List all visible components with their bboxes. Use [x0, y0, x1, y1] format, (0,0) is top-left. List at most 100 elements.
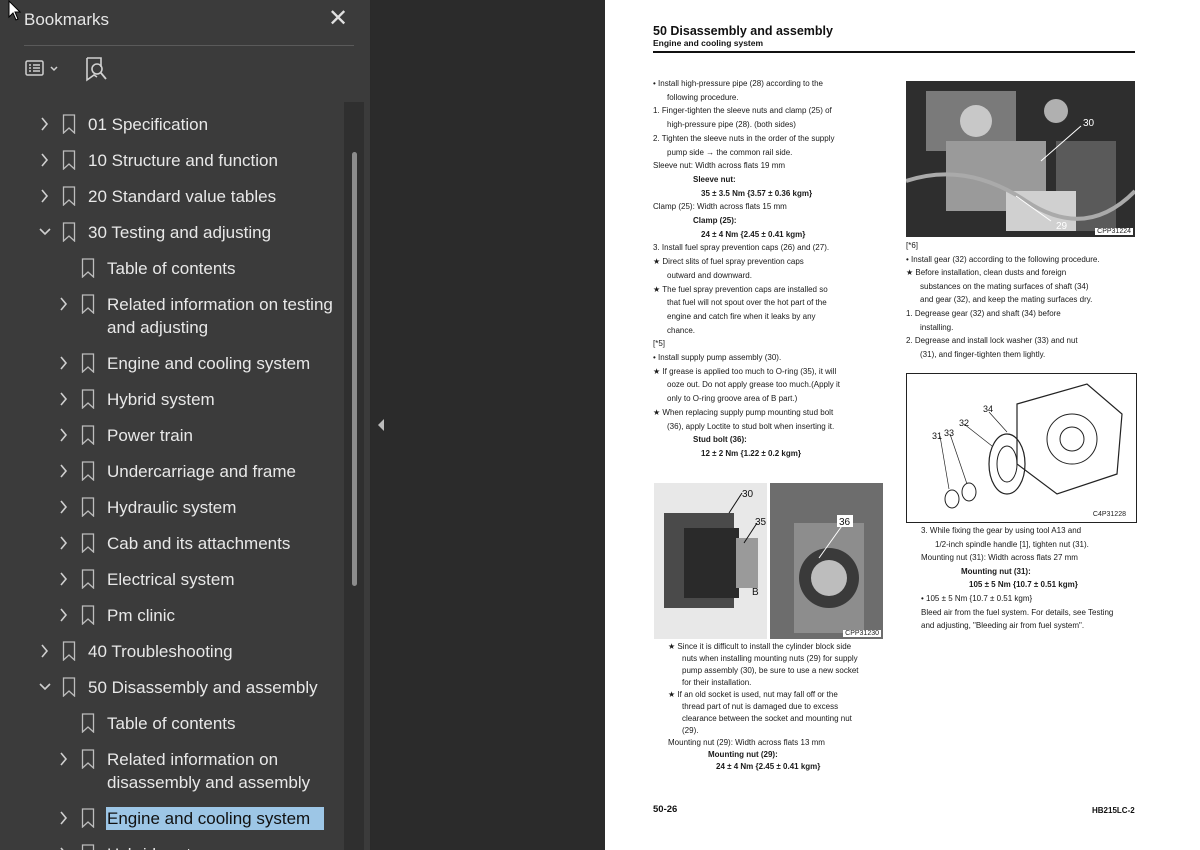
- fig3-label-31: 31: [932, 431, 942, 441]
- bookmark-icon: [81, 808, 95, 829]
- bookmarks-header: Bookmarks ✕: [0, 0, 370, 100]
- text-line: ★ The fuel spray prevention caps are ins…: [653, 284, 828, 294]
- text-line: Stud bolt (36):: [693, 435, 747, 445]
- fig2-label-b: B: [752, 587, 759, 598]
- text-line: • Install supply pump assembly (30).: [653, 353, 782, 362]
- bookmark-search-icon[interactable]: [83, 55, 111, 83]
- chevron-right-icon[interactable]: [38, 642, 52, 660]
- figure-2-caption: CPP31230: [843, 630, 881, 637]
- bookmark-icon: [81, 533, 95, 554]
- close-icon[interactable]: ✕: [326, 6, 350, 32]
- page-number: 50-26: [653, 804, 678, 815]
- fig3-label-32: 32: [959, 418, 969, 428]
- panel-title: Bookmarks: [24, 10, 110, 29]
- text-line: Sleeve nut:: [693, 174, 736, 184]
- header-divider: [24, 45, 354, 46]
- chevron-right-icon[interactable]: [57, 750, 71, 768]
- text-line: • 105 ± 5 Nm {10.7 ± 0.51 kgm}: [921, 594, 1033, 603]
- chevron-down-icon[interactable]: [38, 678, 52, 696]
- text-line: only to O-ring groove area of B part.): [667, 394, 798, 404]
- bookmark-label: Table of contents: [107, 714, 236, 733]
- bookmark-label: 50 Disassembly and assembly: [88, 678, 318, 697]
- text-line: that fuel will not spout over the hot pa…: [667, 298, 827, 308]
- bookmark-label: Engine and cooling system: [106, 807, 324, 830]
- bookmark-icon: [81, 844, 95, 850]
- chevron-right-icon[interactable]: [57, 354, 71, 372]
- page-title: 50 Disassembly and assembly: [653, 24, 833, 38]
- chevron-right-icon[interactable]: [57, 390, 71, 408]
- bookmark-icon: [81, 497, 95, 518]
- text-line: pump assembly (30), be sure to use a new…: [682, 666, 859, 675]
- bookmark-icon: [81, 294, 95, 315]
- bookmark-icon: [81, 258, 95, 279]
- text-line: pump side → the common rail side.: [667, 147, 793, 157]
- text-line: for their installation.: [682, 678, 752, 687]
- fig1-label-29: 29: [1056, 221, 1068, 232]
- figure-3-caption: C4P31228: [1090, 511, 1128, 518]
- text-line: • Install high-pressure pipe (28) accord…: [653, 79, 824, 88]
- text-line: (36), apply Loctite to stud bolt when in…: [667, 421, 835, 431]
- fig3-label-33: 33: [944, 428, 954, 438]
- chevron-right-icon[interactable]: [57, 606, 71, 624]
- text-line: substances on the mating surfaces of sha…: [920, 281, 1089, 291]
- text-line: Mounting nut (31):: [961, 566, 1031, 576]
- bookmark-icon: [81, 353, 95, 374]
- text-line: thread part of nut is damaged due to exc…: [682, 702, 839, 711]
- chevron-right-icon[interactable]: [38, 151, 52, 169]
- chevron-right-icon[interactable]: [38, 115, 52, 133]
- text-line: ★ Since it is difficult to install the c…: [668, 642, 852, 651]
- text-line: Mounting nut (29):: [708, 750, 778, 759]
- fig2-label-36: 36: [839, 517, 851, 528]
- text-line: 2. Tighten the sleeve nuts in the order …: [653, 133, 835, 143]
- chevron-right-icon[interactable]: [57, 498, 71, 516]
- chevron-right-icon[interactable]: [57, 462, 71, 480]
- fig2-label-35: 35: [755, 517, 767, 528]
- scrollbar-thumb[interactable]: [352, 152, 357, 586]
- text-line: 24 ± 4 Nm {2.45 ± 0.41 kgm}: [701, 229, 806, 239]
- text-line: ★ If grease is applied too much to O-rin…: [653, 366, 837, 376]
- text-line: Mounting nut (31): Width across flats 27…: [921, 553, 1078, 563]
- text-line: 1/2-inch spindle handle [1], tighten nut…: [935, 539, 1089, 549]
- fig1-label-30: 30: [1083, 118, 1095, 129]
- bookmark-icon: [81, 569, 95, 590]
- text-line: 3. While fixing the gear by using tool A…: [921, 526, 1082, 535]
- chevron-right-icon[interactable]: [57, 426, 71, 444]
- bookmark-icon: [62, 641, 76, 662]
- text-line: 2. Degrease and install lock washer (33)…: [906, 336, 1078, 346]
- bookmark-label: Related information on: [107, 750, 279, 769]
- chevron-right-icon[interactable]: [57, 534, 71, 552]
- bookmark-label: Undercarriage and frame: [107, 462, 296, 481]
- bookmark-tree: 01 Specification 10 Structure and functio…: [24, 102, 344, 850]
- model-code: HB215LC-2: [1092, 806, 1135, 815]
- bookmark-icon: [62, 186, 76, 207]
- text-line: 12 ± 2 Nm {1.22 ± 0.2 kgm}: [701, 448, 801, 458]
- text-line: following procedure.: [667, 92, 739, 102]
- text-line: 24 ± 4 Nm {2.45 ± 0.41 kgm}: [716, 762, 821, 771]
- text-line: 1. Finger-tighten the sleeve nuts and cl…: [653, 106, 832, 116]
- chevron-right-icon[interactable]: [57, 809, 71, 827]
- text-line: [*5]: [653, 339, 666, 349]
- bookmark-icon: [62, 222, 76, 243]
- text-line: engine and catch fire when it leaks by a…: [667, 311, 816, 321]
- page-subtitle: Engine and cooling system: [653, 38, 764, 48]
- bookmark-label: Related information on testing: [107, 295, 333, 314]
- list-options-icon[interactable]: [24, 55, 66, 83]
- bookmark-icon: [81, 425, 95, 446]
- chevron-right-icon[interactable]: [57, 570, 71, 588]
- chevron-down-icon[interactable]: [38, 223, 52, 241]
- chevron-right-icon[interactable]: [57, 845, 71, 850]
- chevron-right-icon[interactable]: [57, 295, 71, 313]
- text-line: 35 ± 3.5 Nm {3.57 ± 0.36 kgm}: [701, 188, 813, 198]
- chevron-right-icon[interactable]: [38, 187, 52, 205]
- figure-supply-pump-photo: 30 29 CPP31224: [906, 81, 1135, 237]
- bookmark-label: Hybrid system: [107, 843, 215, 850]
- bookmark-label: Hybrid system: [107, 390, 215, 409]
- text-line: ★ If an old socket is used, nut may fall…: [668, 690, 838, 699]
- bookmark-label: 10 Structure and function: [88, 151, 278, 170]
- text-line: [*6]: [906, 241, 919, 250]
- mouse-cursor-icon: [8, 0, 22, 21]
- collapse-panel-icon[interactable]: [374, 415, 388, 435]
- bookmark-icon: [81, 389, 95, 410]
- text-line: (31), and finger-tighten them lightly.: [920, 349, 1046, 359]
- text-line: Bleed air from the fuel system. For deta…: [921, 607, 1114, 617]
